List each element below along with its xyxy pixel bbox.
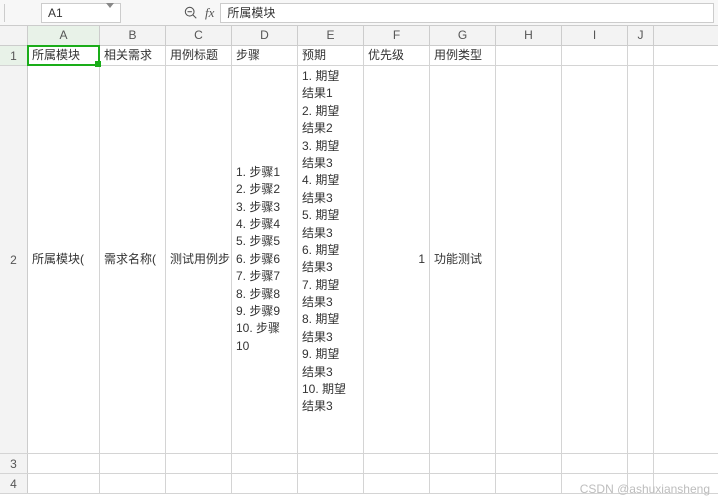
toolbar: A1 fx 所属模块: [0, 0, 718, 26]
col-header-C[interactable]: C: [166, 26, 232, 45]
col-header-H[interactable]: H: [496, 26, 562, 45]
select-all-corner[interactable]: [0, 26, 28, 45]
cell-E2[interactable]: 1. 期望 结果1 2. 期望 结果2 3. 期望 结果3 4. 期望 结果3 …: [298, 66, 364, 453]
cell-E4[interactable]: [298, 474, 364, 493]
fx-icon[interactable]: fx: [205, 5, 214, 21]
cell-A4[interactable]: [28, 474, 100, 493]
row-header-4[interactable]: 4: [0, 474, 28, 493]
col-header-B[interactable]: B: [100, 26, 166, 45]
cell-I3[interactable]: [562, 454, 628, 473]
cell-G4[interactable]: [430, 474, 496, 493]
cell-D2[interactable]: 1. 步骤1 2. 步骤2 3. 步骤3 4. 步骤4 5. 步骤5 6. 步骤…: [232, 66, 298, 453]
watermark: CSDN @ashuxiansheng: [580, 482, 710, 496]
row-2: 2 所属模块( 需求名称( 测试用例步 1. 步骤1 2. 步骤2 3. 步骤3…: [0, 66, 718, 454]
formula-bar[interactable]: 所属模块: [220, 3, 714, 23]
cell-C1[interactable]: 用例标题: [166, 46, 232, 65]
cell-H4[interactable]: [496, 474, 562, 493]
cell-F4[interactable]: [364, 474, 430, 493]
cell-B3[interactable]: [100, 454, 166, 473]
cell-D4[interactable]: [232, 474, 298, 493]
cell-E3[interactable]: [298, 454, 364, 473]
col-header-D[interactable]: D: [232, 26, 298, 45]
chevron-down-icon[interactable]: [106, 4, 114, 22]
cell-H1[interactable]: [496, 46, 562, 65]
col-header-F[interactable]: F: [364, 26, 430, 45]
cell-F3[interactable]: [364, 454, 430, 473]
cell-I1[interactable]: [562, 46, 628, 65]
cell-F1[interactable]: 优先级: [364, 46, 430, 65]
cell-D1[interactable]: 步骤: [232, 46, 298, 65]
cell-B4[interactable]: [100, 474, 166, 493]
cell-A3[interactable]: [28, 454, 100, 473]
cell-D3[interactable]: [232, 454, 298, 473]
cell-E1[interactable]: 预期: [298, 46, 364, 65]
cell-J3[interactable]: [628, 454, 654, 473]
cell-G2[interactable]: 功能测试: [430, 66, 496, 453]
cell-F2[interactable]: 1: [364, 66, 430, 453]
col-header-G[interactable]: G: [430, 26, 496, 45]
col-header-I[interactable]: I: [562, 26, 628, 45]
cell-G3[interactable]: [430, 454, 496, 473]
cell-H3[interactable]: [496, 454, 562, 473]
row-1: 1 所属模块 相关需求 用例标题 步骤 预期 优先级 用例类型: [0, 46, 718, 66]
name-box-value: A1: [48, 4, 63, 22]
row-3: 3: [0, 454, 718, 474]
cell-A2[interactable]: 所属模块(: [28, 66, 100, 453]
cell-C2[interactable]: 测试用例步: [166, 66, 232, 453]
spreadsheet-grid[interactable]: A B C D E F G H I J 1 所属模块 相关需求 用例标题 步骤 …: [0, 26, 718, 494]
cell-A1[interactable]: 所属模块: [28, 46, 100, 65]
cell-J2[interactable]: [628, 66, 654, 453]
cell-H2[interactable]: [496, 66, 562, 453]
cell-C4[interactable]: [166, 474, 232, 493]
cell-I2[interactable]: [562, 66, 628, 453]
col-header-E[interactable]: E: [298, 26, 364, 45]
cell-B2[interactable]: 需求名称(: [100, 66, 166, 453]
cell-C3[interactable]: [166, 454, 232, 473]
formula-bar-value: 所属模块: [227, 6, 275, 20]
cell-G1[interactable]: 用例类型: [430, 46, 496, 65]
cell-B1[interactable]: 相关需求: [100, 46, 166, 65]
column-headers: A B C D E F G H I J: [0, 26, 718, 46]
row-header-1[interactable]: 1: [0, 46, 28, 65]
zoom-out-icon[interactable]: [183, 5, 199, 21]
row-header-2[interactable]: 2: [0, 66, 28, 453]
separator: [4, 4, 5, 22]
name-box[interactable]: A1: [41, 3, 121, 23]
col-header-A[interactable]: A: [28, 26, 100, 45]
row-header-3[interactable]: 3: [0, 454, 28, 473]
cell-J1[interactable]: [628, 46, 654, 65]
col-header-J[interactable]: J: [628, 26, 654, 45]
